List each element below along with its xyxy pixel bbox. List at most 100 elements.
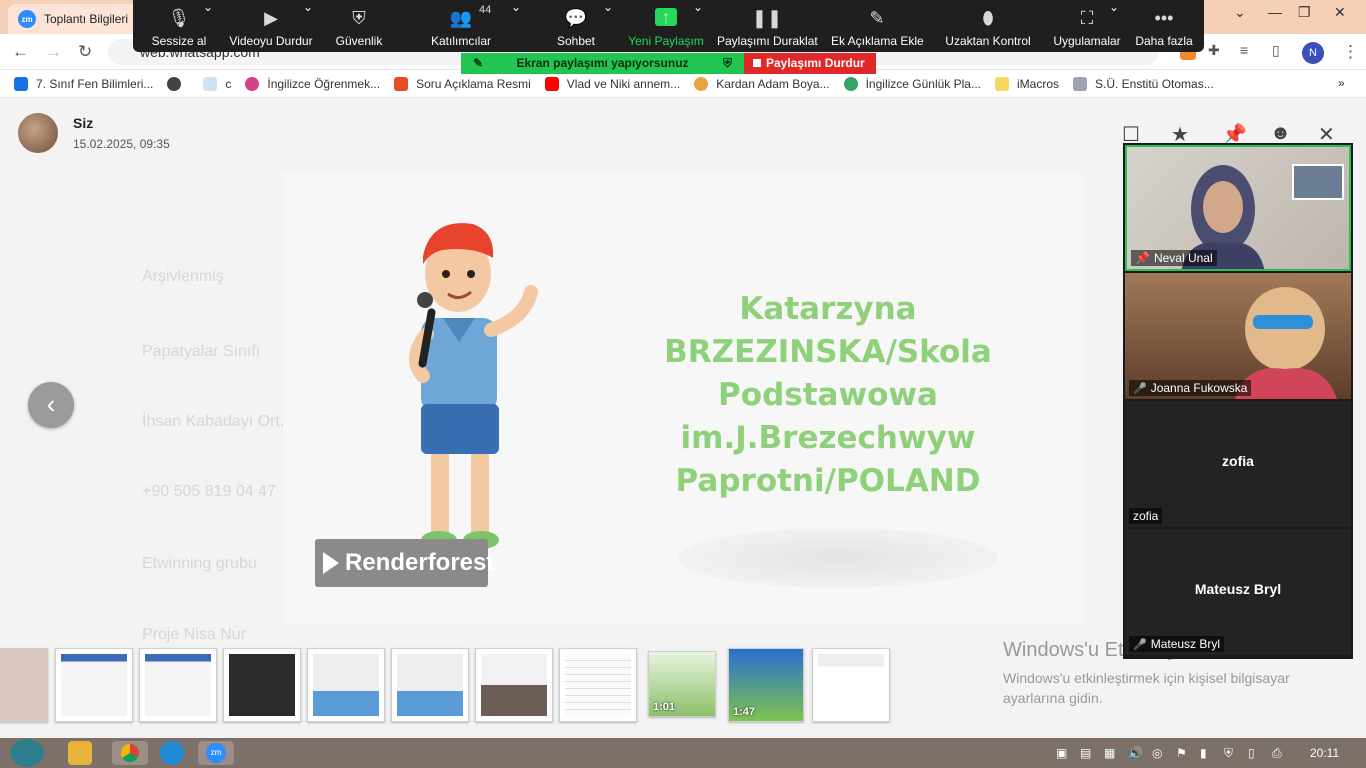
zoom-icon: zm [18, 10, 36, 28]
network-icon[interactable]: ▮ [1200, 746, 1207, 760]
participant-name-label: 📌 Neval Unal [1131, 250, 1217, 266]
media-thumbnail[interactable] [55, 648, 133, 722]
menu-icon[interactable]: ⋮ [1342, 42, 1359, 62]
microphone-icon: 🎙 [167, 8, 191, 28]
bookmark-item[interactable]: İngilizce Günlük Pla... [843, 76, 981, 91]
ghost-chat: Etwinning grubu [142, 555, 257, 572]
battery-icon[interactable]: ▯ [1248, 746, 1255, 760]
presentation-slide: Katarzyna BRZEZINSKA/Skola Podstawowa im… [283, 173, 1083, 623]
bookmark-item[interactable]: Soru Açıklama Resmi [394, 76, 531, 91]
media-thumbnail[interactable] [559, 648, 637, 722]
stop-share-button[interactable]: Paylaşımı Durdur [744, 53, 876, 74]
side-panel-icon[interactable]: ▯ [1272, 42, 1280, 59]
bookmark-icon [245, 76, 260, 91]
participant-name-label: 🎤 Joanna Fukowska [1129, 380, 1252, 396]
shield-check-icon: ⛨ [722, 56, 732, 70]
ghost-chat: Papatyalar Sınıfı [142, 343, 261, 360]
start-icon[interactable] [10, 739, 44, 767]
zoom-taskbar-icon[interactable]: zm [198, 741, 234, 765]
muted-mic-icon: 🎤 [1133, 638, 1147, 651]
tray-icon[interactable]: ▤ [1080, 746, 1091, 760]
chevron-down-icon[interactable]: ⌄ [1109, 0, 1119, 52]
participant-tile[interactable]: zofia zofia [1125, 401, 1351, 527]
participant-name-label: 🎤 Mateusz Bryl [1129, 636, 1225, 652]
media-thumbnail[interactable] [475, 648, 553, 722]
ghost-chat: +90 505 819 04 47 [142, 483, 276, 500]
chevron-down-icon[interactable]: ⌄ [203, 0, 213, 52]
media-thumbnail[interactable] [223, 648, 301, 722]
minimize-icon[interactable]: — [1268, 4, 1282, 20]
bookmark-item[interactable]: Vlad ve Niki annem... [544, 76, 680, 91]
sender-name: Siz [73, 115, 94, 131]
tray-icon[interactable]: ◎ [1152, 746, 1162, 760]
participant-tile[interactable]: 📌 Neval Unal [1125, 145, 1351, 271]
folder-icon [994, 76, 1009, 91]
edge-icon[interactable] [160, 741, 184, 765]
maximize-icon[interactable]: ❐ [1298, 4, 1311, 21]
taskbar-clock[interactable]: 20:11 [1310, 746, 1339, 760]
annotate-button[interactable]: ✎ Ek Açıklama Ekle [831, 0, 924, 52]
bookmark-item[interactable]: S.Ü. Enstitü Otomas... [1073, 76, 1214, 91]
bookmark-item[interactable]: 7. Sınıf Fen Bilimleri... [14, 76, 153, 91]
back-icon[interactable]: ← [12, 42, 29, 62]
camera-icon: ▶ [264, 8, 278, 28]
chevron-down-icon[interactable]: ⌄ [303, 0, 313, 52]
pause-share-button[interactable]: ❚❚ Paylaşımı Duraklat [717, 0, 818, 52]
document-icon [1073, 76, 1087, 91]
media-thumbnail[interactable] [391, 648, 469, 722]
more-icon: ••• [1154, 8, 1174, 28]
media-thumbnail[interactable] [0, 648, 48, 722]
tray-icon[interactable]: ⎙ [1272, 746, 1282, 761]
media-thumbnail[interactable]: 1:01 [648, 651, 716, 717]
flag-icon[interactable]: ⚑ [1176, 746, 1187, 760]
shield-icon: ⛨ [352, 8, 366, 28]
bookmark-item[interactable]: İngilizce Öğrenmek... [245, 76, 380, 91]
media-thumbnail[interactable] [139, 648, 217, 722]
slide-title-line: Katarzyna [739, 291, 917, 327]
chevron-right-icon[interactable]: » [1338, 76, 1345, 90]
media-icon[interactable]: ≡ [1240, 42, 1248, 58]
chrome-icon[interactable] [112, 741, 148, 765]
volume-icon[interactable]: 🔊 [1128, 746, 1143, 760]
reload-icon[interactable]: ↻ [78, 42, 92, 62]
participant-tile[interactable]: Mateusz Bryl 🎤 Mateusz Bryl [1125, 529, 1351, 655]
ghost-chat: Arşivlenmiş [142, 268, 224, 285]
participants-button[interactable]: 👥 44 Katılımcılar [429, 0, 493, 52]
pin-icon: ✎ [473, 56, 484, 70]
bookmark-item[interactable] [167, 76, 189, 91]
pause-icon: ❚❚ [751, 8, 783, 28]
slide-title-line: Paprotni/POLAND [675, 463, 981, 499]
puzzle-icon[interactable]: ✚ [1208, 42, 1220, 59]
zoom-tray-icon[interactable]: ▣ [1056, 746, 1067, 760]
participant-tile[interactable]: 🎤 Joanna Fukowska [1125, 273, 1351, 399]
sender-time: 15.02.2025, 09:35 [73, 137, 170, 151]
chevron-down-icon[interactable]: ⌄ [693, 0, 703, 52]
profile-avatar[interactable]: N [1302, 42, 1324, 64]
security-tray-icon[interactable]: ⛨ [1224, 746, 1233, 761]
media-thumbnail[interactable]: 1:47 [728, 648, 804, 722]
tray-icon[interactable]: ▦ [1104, 746, 1115, 760]
muted-mic-icon: 🎤 [1133, 382, 1147, 395]
file-explorer-icon[interactable] [68, 741, 92, 765]
globe-icon [167, 76, 182, 91]
chevron-down-icon[interactable]: ⌄ [603, 0, 613, 52]
bookmark-item[interactable]: c [203, 76, 231, 91]
close-window-icon[interactable]: ✕ [1334, 4, 1346, 21]
media-thumbnail[interactable] [307, 648, 385, 722]
participants-video-panel: 📌 Neval Unal 🎤 Joanna Fukowska zofia zofia… [1123, 143, 1353, 659]
media-thumbnail[interactable] [812, 648, 890, 722]
slide-title-line: BRZEZINSKA/Skola [664, 334, 992, 370]
remote-control-button[interactable]: ⬮ Uzaktan Kontrol [943, 0, 1033, 52]
bookmark-item[interactable]: iMacros [994, 76, 1059, 91]
emoji-icon[interactable]: ☻ [1270, 122, 1291, 145]
apps-icon: ⛶ [1080, 8, 1094, 28]
chevron-down-icon[interactable]: ⌄ [511, 0, 521, 52]
chevron-down-icon[interactable]: ⌄ [1234, 4, 1246, 21]
bookmark-item[interactable]: Kardan Adam Boya... [694, 76, 830, 91]
chat-button[interactable]: 💬 Sohbet [553, 0, 599, 52]
forward-icon[interactable]: → [45, 42, 62, 62]
more-button[interactable]: ••• Daha fazla [1133, 0, 1195, 52]
previous-media-button[interactable]: ‹ [28, 382, 74, 428]
avatar [18, 113, 58, 153]
security-button[interactable]: ⛨ Güvenlik [330, 0, 388, 52]
